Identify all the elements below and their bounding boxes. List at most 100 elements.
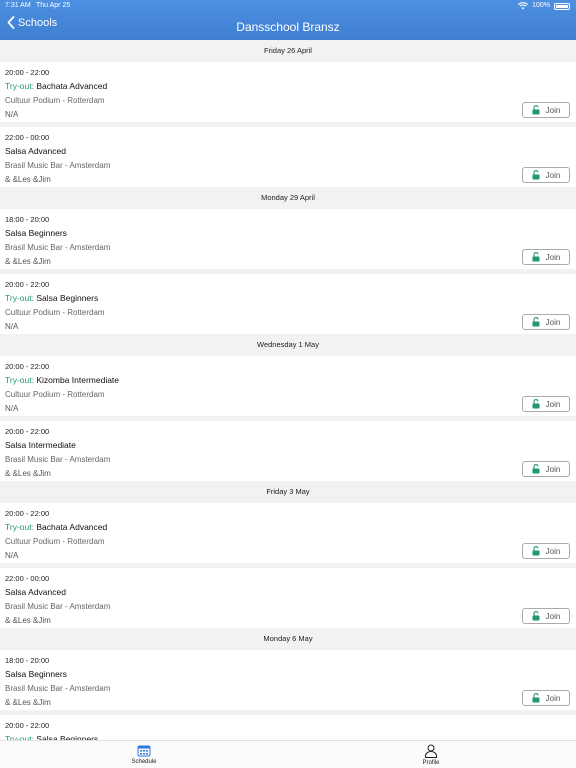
event-time: 20:00 - 22:00 — [5, 362, 50, 371]
event-row[interactable]: 20:00 - 22:00 Try-out: Bachata Advanced Cu… — [0, 62, 576, 122]
unlock-icon — [532, 693, 540, 703]
tryout-label: Try-out: — [5, 375, 34, 385]
event-time: 20:00 - 22:00 — [5, 427, 50, 436]
join-button[interactable]: Join — [522, 543, 570, 559]
event-row[interactable]: 18:00 - 20:00 Salsa Beginners Brasil Music… — [0, 650, 576, 710]
event-title: Salsa Beginners — [5, 669, 67, 679]
tab-profile[interactable]: Profile — [401, 744, 461, 766]
event-time: 20:00 - 22:00 — [5, 509, 50, 518]
event-name: Salsa Beginners — [5, 669, 67, 679]
unlock-icon — [532, 546, 540, 556]
event-title: Salsa Advanced — [5, 587, 66, 597]
event-venue: Cultuur Podium - Rotterdam — [5, 308, 105, 317]
event-time: 20:00 - 22:00 — [5, 721, 50, 730]
event-teachers: & &Les &Jim — [5, 175, 51, 184]
wifi-icon — [518, 2, 529, 10]
status-bar: 7:31 AM Thu Apr 25 100% — [0, 0, 576, 12]
tryout-label: Try-out: — [5, 81, 34, 91]
event-venue: Cultuur Podium - Rotterdam — [5, 390, 105, 399]
event-teachers: & &Les &Jim — [5, 469, 51, 478]
join-button[interactable]: Join — [522, 396, 570, 412]
status-time: 7:31 AM — [5, 2, 31, 9]
event-row[interactable]: 20:00 - 22:00Try-out: Salsa BeginnersJoi… — [0, 715, 576, 740]
page-title: Dansschool Bransz — [236, 20, 340, 34]
event-venue: Brasil Music Bar - Amsterdam — [5, 243, 111, 252]
battery-percent: 100% — [532, 2, 550, 9]
event-row[interactable]: 20:00 - 22:00 Try-out: Salsa Beginners Cul… — [0, 274, 576, 334]
header-bar: 7:31 AM Thu Apr 25 100% Schools Dansscho… — [0, 0, 576, 40]
event-title: Try-out: Bachata Advanced — [5, 81, 107, 91]
day-header: Friday 3 May — [0, 481, 576, 503]
tab-schedule-label: Schedule — [131, 759, 157, 765]
event-time: 20:00 - 22:00 — [5, 68, 50, 77]
event-title: Try-out: Kizomba Intermediate — [5, 375, 119, 385]
event-row[interactable]: 20:00 - 22:00 Try-out: Bachata Advanced Cu… — [0, 503, 576, 563]
join-label: Join — [545, 252, 561, 262]
join-label: Join — [545, 399, 561, 409]
event-venue: Cultuur Podium - Rotterdam — [5, 537, 105, 546]
join-button[interactable]: Join — [522, 249, 570, 265]
unlock-icon — [532, 170, 540, 180]
event-title: Try-out: Bachata Advanced — [5, 522, 107, 532]
join-button[interactable]: Join — [522, 102, 570, 118]
unlock-icon — [532, 105, 540, 115]
event-title: Salsa Intermediate — [5, 440, 76, 450]
day-header: Monday 6 May — [0, 628, 576, 650]
tryout-label: Try-out: — [5, 293, 34, 303]
join-button[interactable]: Join — [522, 608, 570, 624]
unlock-icon — [532, 611, 540, 621]
event-venue: Brasil Music Bar - Amsterdam — [5, 161, 111, 170]
join-label: Join — [545, 464, 561, 474]
unlock-icon — [532, 399, 540, 409]
day-header: Monday 29 April — [0, 187, 576, 209]
event-name: Bachata Advanced — [36, 81, 108, 91]
calendar-icon — [137, 745, 151, 757]
person-icon — [425, 744, 437, 758]
event-teachers: & &Les &Jim — [5, 698, 51, 707]
event-row[interactable]: 20:00 - 22:00 Salsa Intermediate Brasil Mu… — [0, 421, 576, 481]
event-title: Salsa Beginners — [5, 228, 67, 238]
join-label: Join — [545, 170, 561, 180]
event-teachers: N/A — [5, 551, 19, 560]
event-title: Salsa Advanced — [5, 146, 66, 156]
event-row[interactable]: 22:00 - 00:00 Salsa Advanced Brasil Music … — [0, 568, 576, 628]
join-label: Join — [545, 693, 561, 703]
tab-bar: Schedule Profile — [0, 740, 576, 768]
event-title: Try-out: Salsa Beginners — [5, 293, 98, 303]
event-teachers: & &Les &Jim — [5, 257, 51, 266]
event-teachers: N/A — [5, 404, 19, 413]
unlock-icon — [532, 464, 540, 474]
join-label: Join — [545, 105, 561, 115]
event-venue: Cultuur Podium - Rotterdam — [5, 96, 105, 105]
event-row[interactable]: 18:00 - 20:00 Salsa Beginners Brasil Music… — [0, 209, 576, 269]
battery-icon — [554, 2, 570, 10]
event-name: Salsa Advanced — [5, 146, 66, 156]
tab-profile-label: Profile — [422, 760, 440, 766]
status-right: 100% — [518, 0, 570, 12]
tryout-label: Try-out: — [5, 522, 34, 532]
day-header: Friday 26 April — [0, 40, 576, 62]
nav-bar: Schools Dansschool Bransz — [0, 12, 576, 40]
join-label: Join — [545, 317, 561, 327]
event-time: 18:00 - 20:00 — [5, 656, 50, 665]
join-button[interactable]: Join — [522, 461, 570, 477]
day-header: Wednesday 1 May — [0, 334, 576, 356]
event-teachers: & &Les &Jim — [5, 616, 51, 625]
event-name: Bachata Advanced — [36, 522, 108, 532]
tab-schedule[interactable]: Schedule — [114, 744, 174, 765]
event-row[interactable]: 22:00 - 00:00 Salsa Advanced Brasil Music … — [0, 127, 576, 187]
event-time: 18:00 - 20:00 — [5, 215, 50, 224]
event-venue: Brasil Music Bar - Amsterdam — [5, 455, 111, 464]
event-name: Salsa Beginners — [5, 228, 67, 238]
event-name: Salsa Intermediate — [5, 440, 76, 450]
event-row[interactable]: 20:00 - 22:00 Try-out: Kizomba Intermedia… — [0, 356, 576, 416]
join-button[interactable]: Join — [522, 690, 570, 706]
event-name: Salsa Advanced — [5, 587, 66, 597]
join-button[interactable]: Join — [522, 314, 570, 330]
schedule-list[interactable]: Friday 26 April 20:00 - 22:00 Try-out: Bac… — [0, 40, 576, 740]
event-name: Kizomba Intermediate — [36, 375, 120, 385]
status-date: Thu Apr 25 — [36, 2, 71, 9]
join-button[interactable]: Join — [522, 167, 570, 183]
event-name: Salsa Beginners — [36, 293, 99, 303]
event-time: 22:00 - 00:00 — [5, 574, 50, 583]
